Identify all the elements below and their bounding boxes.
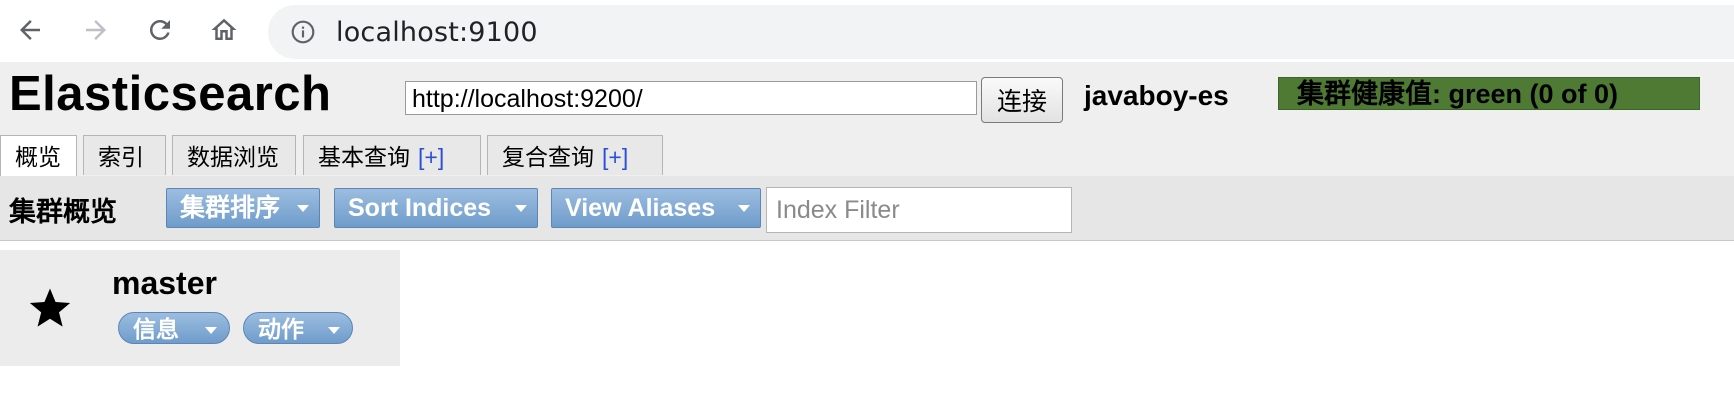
star-icon — [29, 288, 71, 327]
cluster-name: javaboy-es — [1084, 80, 1229, 111]
button-label: 信息 — [133, 316, 179, 342]
reload-icon[interactable] — [140, 10, 180, 50]
index-filter-input[interactable]: Index Filter — [766, 187, 1072, 233]
node-card: master 信息 动作 — [0, 250, 400, 366]
home-icon[interactable] — [204, 10, 244, 50]
info-icon[interactable] — [290, 19, 316, 45]
address-bar[interactable]: localhost:9100 — [268, 5, 1734, 59]
tab-basic-query[interactable]: 基本查询 [+] — [303, 135, 481, 175]
node-action-button[interactable]: 动作 — [243, 312, 353, 344]
cluster-url-input[interactable]: http://localhost:9200/ — [405, 81, 977, 115]
tab-label: 数据浏览 — [187, 144, 279, 170]
tab-label: 概览 — [15, 144, 61, 170]
node-info-button[interactable]: 信息 — [118, 312, 230, 344]
caret-down-icon — [515, 205, 527, 212]
caret-down-icon — [738, 205, 750, 212]
button-label: 动作 — [258, 316, 304, 342]
app-header: Elasticsearch http://localhost:9200/ 连接 … — [0, 62, 1734, 177]
button-label: Sort Indices — [348, 194, 492, 222]
caret-down-icon — [328, 327, 340, 334]
tab-label: 基本查询 — [318, 144, 410, 170]
tab-compound-query[interactable]: 复合查询 [+] — [487, 135, 663, 175]
view-aliases-button[interactable]: View Aliases — [551, 188, 761, 228]
caret-down-icon — [205, 327, 217, 334]
app-page: Elasticsearch http://localhost:9200/ 连接 … — [0, 62, 1734, 404]
add-query-link[interactable]: [+] — [418, 144, 444, 170]
button-label: View Aliases — [565, 194, 716, 222]
browser-toolbar: localhost:9100 — [0, 0, 1734, 62]
connect-button[interactable]: 连接 — [981, 77, 1063, 123]
button-label: 集群排序 — [180, 194, 281, 222]
caret-down-icon — [297, 205, 309, 212]
forward-arrow-icon[interactable] — [76, 10, 116, 50]
url-text[interactable]: localhost:9100 — [336, 17, 538, 48]
back-arrow-icon[interactable] — [10, 10, 50, 50]
cluster-health-badge: 集群健康值: green (0 of 0) — [1278, 77, 1700, 110]
app-title: Elasticsearch — [9, 67, 332, 121]
tab-overview[interactable]: 概览 — [0, 135, 77, 177]
tab-label: 复合查询 — [502, 144, 594, 170]
tab-bar: 概览 索引 数据浏览 基本查询 [+] 复合查询 [+] — [0, 135, 1734, 177]
node-name: master — [112, 265, 217, 301]
sort-indices-button[interactable]: Sort Indices — [334, 188, 538, 228]
overview-toolbar: 集群概览 集群排序 Sort Indices View Aliases Inde… — [0, 176, 1734, 241]
sort-cluster-button[interactable]: 集群排序 — [166, 188, 320, 228]
tab-indices[interactable]: 索引 — [83, 135, 166, 175]
tab-label: 索引 — [98, 144, 144, 170]
section-title: 集群概览 — [9, 197, 117, 227]
add-query-link[interactable]: [+] — [602, 144, 628, 170]
tab-data-browser[interactable]: 数据浏览 — [172, 135, 296, 175]
